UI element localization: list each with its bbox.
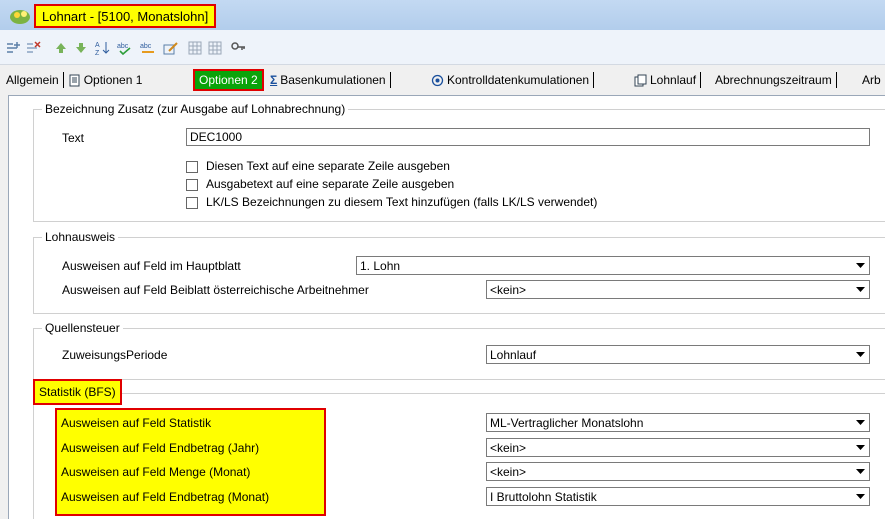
text-label: Text [62, 131, 85, 145]
chevron-down-icon[interactable] [853, 464, 868, 479]
text-input[interactable]: DEC1000 [186, 128, 870, 146]
menge-monat-select[interactable]: <kein> [486, 462, 870, 481]
menge-monat-label: Ausweisen auf Feld Menge (Monat) [61, 465, 251, 479]
control-icon [431, 74, 444, 86]
spellcheck2-icon[interactable]: abc [140, 40, 156, 56]
chevron-down-icon[interactable] [853, 258, 868, 273]
hauptblatt-select[interactable]: 1. Lohn [356, 256, 870, 275]
sigma-icon: Σ [270, 73, 278, 87]
group-legend: Bezeichnung Zusatz (zur Ausgabe auf Lohn… [42, 102, 349, 116]
svg-text:A: A [95, 42, 100, 49]
chevron-down-icon[interactable] [853, 282, 868, 297]
spellcheck-icon[interactable]: abc [117, 40, 133, 56]
title-bar: Lohnart - [5100, Monatslohn] [0, 0, 885, 30]
grid2-icon[interactable] [207, 40, 223, 56]
tab-lohnlauf[interactable]: Lohnlauf [634, 66, 705, 94]
toolbar: AZ abc abc [0, 30, 885, 65]
app-icon [10, 10, 30, 24]
tab-allgemein[interactable]: Allgemein Optionen 1 [6, 66, 142, 94]
edit-icon[interactable] [163, 40, 179, 56]
hauptblatt-label: Ausweisen auf Feld im Hauptblatt [62, 259, 241, 273]
insert-row-icon[interactable] [6, 40, 22, 56]
sort-icon[interactable]: AZ [95, 40, 111, 56]
checkbox-separate-zeile[interactable] [186, 161, 198, 173]
grid-icon[interactable] [187, 40, 203, 56]
group-legend: Quellensteuer [42, 321, 123, 335]
chevron-down-icon[interactable] [853, 347, 868, 362]
checkbox-lkls[interactable] [186, 197, 198, 209]
checkbox-label: Diesen Text auf eine separate Zeile ausg… [206, 159, 450, 173]
endbetrag-jahr-label: Ausweisen auf Feld Endbetrag (Jahr) [61, 441, 260, 455]
statistik-legend: Statistik (BFS) [33, 379, 122, 405]
tab-strip: Allgemein Optionen 1 Σ Basenkumulationen… [0, 66, 885, 94]
statistik-label: Ausweisen auf Feld Statistik [61, 416, 212, 430]
key-icon[interactable] [230, 40, 246, 56]
periode-select[interactable]: Lohnlauf [486, 345, 870, 364]
endbetrag-jahr-select[interactable]: <kein> [486, 438, 870, 457]
tab-basenkumulationen[interactable]: Σ Basenkumulationen [270, 66, 395, 94]
tab-optionen2[interactable]: Optionen 2 [193, 69, 264, 91]
chevron-down-icon[interactable] [853, 415, 868, 430]
tab-arb[interactable]: Arb [862, 66, 881, 94]
pages-icon [634, 74, 647, 86]
beiblatt-label: Ausweisen auf Feld Beiblatt österreichis… [62, 283, 369, 297]
document-icon [69, 74, 80, 86]
svg-text:Z: Z [95, 50, 100, 56]
checkbox-ausgabetext[interactable] [186, 179, 198, 191]
window-title: Lohnart - [5100, Monatslohn] [34, 4, 217, 28]
chevron-down-icon[interactable] [853, 440, 868, 455]
delete-row-icon[interactable] [26, 40, 42, 56]
group-lohnausweis: Lohnausweis [33, 230, 885, 314]
tab-kontrolldaten[interactable]: Kontrolldatenkumulationen [431, 66, 598, 94]
tab-abrechnungszeitraum[interactable]: Abrechnungszeitraum [715, 66, 841, 94]
group-legend: Lohnausweis [42, 230, 119, 244]
beiblatt-select[interactable]: <kein> [486, 280, 870, 299]
periode-label: ZuweisungsPeriode [62, 348, 168, 362]
move-up-icon[interactable] [53, 40, 69, 56]
endbetrag-monat-label: Ausweisen auf Feld Endbetrag (Monat) [61, 490, 270, 504]
chevron-down-icon[interactable] [853, 489, 868, 504]
checkbox-label: LK/LS Bezeichnungen zu diesem Text hinzu… [206, 195, 598, 209]
svg-text:abc: abc [117, 43, 129, 50]
statistik-select[interactable]: ML-Vertraglicher Monatslohn [486, 413, 870, 432]
svg-text:abc: abc [140, 43, 152, 50]
checkbox-label: Ausgabetext auf eine separate Zeile ausg… [206, 177, 455, 191]
move-down-icon[interactable] [73, 40, 89, 56]
endbetrag-monat-select[interactable]: I Bruttolohn Statistik [486, 487, 870, 506]
